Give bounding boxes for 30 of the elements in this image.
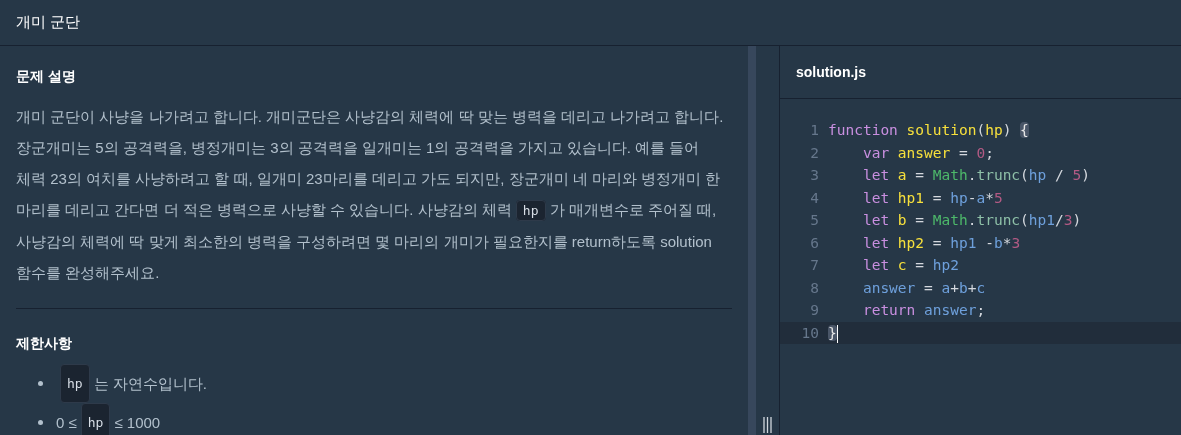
scrollbar[interactable]: [748, 46, 756, 435]
code-line: }: [828, 323, 838, 344]
code-line: var answer = 0;: [861, 143, 994, 163]
code-line: let hp1 = hp-a*5: [861, 188, 1003, 208]
line-number: 6: [809, 233, 820, 253]
code-line: let b = Math.trunc(hp1/3): [861, 211, 1082, 230]
constraint-text: 0 ≤ hp ≤ 1000: [38, 403, 161, 435]
line-number: 1: [809, 121, 820, 140]
resize-handle-icon[interactable]: [763, 417, 772, 433]
line-number: 8: [809, 278, 820, 298]
page-title: 개미 군단: [16, 12, 81, 33]
line-number: 9: [809, 301, 820, 320]
line-number: 3: [809, 166, 820, 185]
line-number: 4: [809, 188, 820, 208]
section-heading: 제한사항: [16, 334, 73, 353]
line-number: 10: [800, 323, 820, 343]
code-line: answer = a+b+c: [861, 278, 986, 298]
section-heading: 문제 설명: [16, 67, 77, 86]
code-editor[interactable]: 1 function solution(hp) { 2 var answer = 0; 3 let a = Math.trunc(hp / 5) 4 let hp1 = hp-a*5 5 let b = Math.trunc(hp1/3) 6 let hp2 = hp1 -b*3 7 let c = hp2 8 answer = a+b+c 9 return answer; 10 }: [780, 99, 1181, 435]
code-line: return answer;: [861, 301, 986, 320]
line-number: 5: [809, 211, 820, 230]
file-tab[interactable]: solution.js: [796, 61, 866, 83]
code-line: let hp2 = hp1 -b*3: [861, 233, 1021, 253]
description-text: 개미 군단이 사냥을 나가려고 합니다. 개미군단은 사냥감의 체력에 딱 맞는 병력을 데리고 나가려고 합니다. 장군개미는 5의 공격력을, 병정개미는 3의 공격력을 일개미는 1의 공격력을 가지고 있습니다. 예를 들어 체력 23의 여치를 사냥하려고 할 때, 일개미 23마리를 데리고 가도 되지만, 장군개미 네 마리와 병정개미 한 마리를 데리고 간다면 더 적은 병력으로 사냥할 수 있습니다. 사냥감의 체력 hp 가 매개변수로 주어질 때, 사냥감의 체력에 딱 맞게 최소한의 병력을 구성하려면 몇 마리의 개미가 필요한지를 return하도록 solution 함수를 완성해주세요.: [16, 107, 725, 283]
code-line: function solution(hp) {: [828, 121, 1029, 140]
line-number: 2: [809, 143, 820, 163]
code-line: let a = Math.trunc(hp / 5): [861, 166, 1090, 185]
code-line: let c = hp2: [861, 256, 959, 275]
line-number: 7: [809, 256, 820, 275]
constraint-text: hp 는 자연수입니다.: [38, 364, 207, 403]
